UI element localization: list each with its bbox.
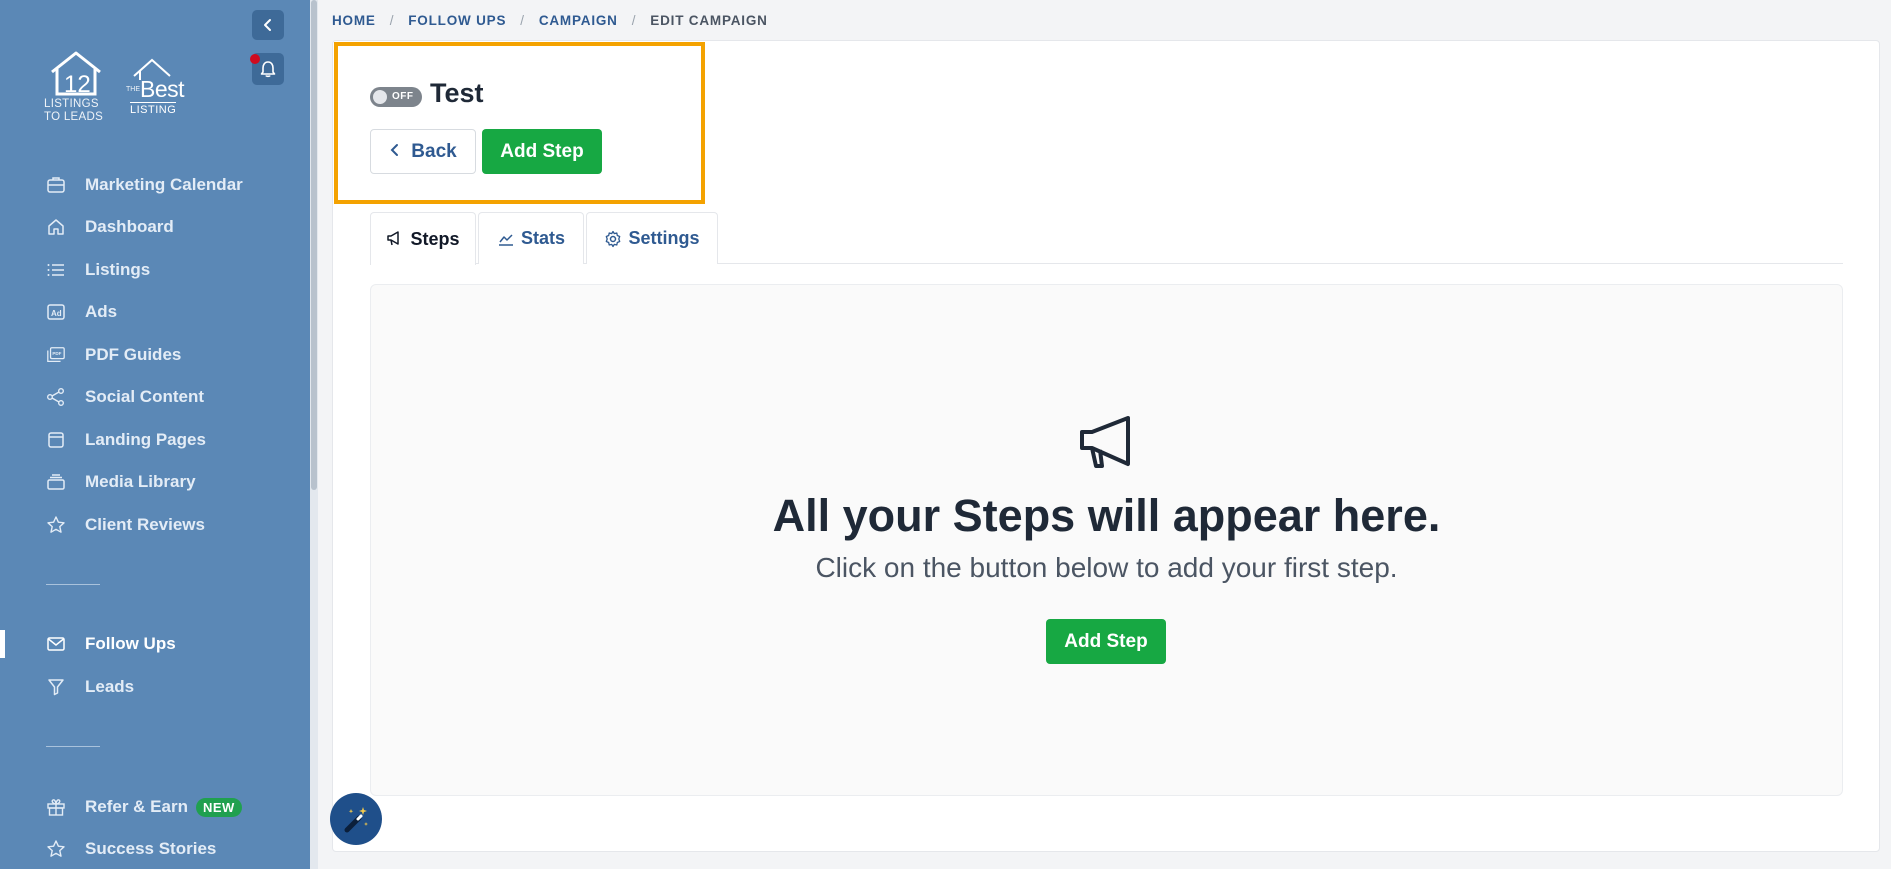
new-badge: NEW [195,797,242,817]
sidebar-item-dashboard[interactable]: Dashboard [46,213,174,241]
bell-icon [260,61,276,78]
sidebar-item-follow-ups[interactable]: Follow Ups [46,630,176,658]
megaphone-icon [1080,416,1130,468]
sidebar-item-media-library[interactable]: Media Library [46,468,196,496]
active-indicator [0,630,5,658]
pdf-icon: PDF [46,345,66,365]
sidebar-item-client-reviews[interactable]: Client Reviews [46,511,205,539]
sidebar-item-success-stories[interactable]: Success Stories [46,835,216,863]
sidebar-item-marketing-calendar[interactable]: Marketing Calendar [46,171,243,199]
the-best-listing-logo: THE Best LISTING [126,56,192,116]
gear-icon [604,230,622,248]
house-logo-icon: 12 [51,51,101,96]
campaign-tabs: Steps Stats Settings [370,212,1843,265]
campaign-title: Test [430,78,484,108]
add-step-button[interactable]: Add Step [482,129,602,174]
chevron-left-icon [264,19,271,31]
list-icon [46,260,66,280]
listings-to-leads-logo: 12 LISTINGS TO LEADS [44,50,112,128]
breadcrumb-follow-ups[interactable]: FOLLOW UPS [408,13,506,28]
tab-stats[interactable]: Stats [478,212,584,264]
sidebar-item-leads[interactable]: Leads [46,673,134,701]
sidebar-divider [46,746,100,747]
highlight-box [334,42,705,204]
breadcrumb-campaign[interactable]: CAMPAIGN [539,13,618,28]
logo1-text: LISTINGS TO LEADS [44,98,104,123]
sidebar-item-landing-pages[interactable]: Landing Pages [46,426,206,454]
empty-state-subtitle: Click on the button below to add your fi… [815,552,1398,583]
tab-steps[interactable]: Steps [370,212,476,265]
chart-line-icon [497,230,515,248]
filter-icon [46,677,66,697]
star-icon [46,839,66,859]
breadcrumb-current: EDIT CAMPAIGN [650,12,768,28]
scrollbar-thumb[interactable] [311,0,317,490]
svg-text:Ad: Ad [51,309,62,318]
svg-text:PDF: PDF [52,351,61,356]
breadcrumb-home[interactable]: HOME [332,13,376,28]
ad-icon: Ad [46,302,66,322]
sidebar: 12 LISTINGS TO LEADS THE Best LISTING Ma… [0,0,310,869]
share-icon [46,387,66,407]
campaign-status-toggle[interactable]: OFF [370,87,422,107]
home-icon [46,217,66,237]
sidebar-item-refer-earn[interactable]: Refer & Earn NEW [46,793,242,821]
breadcrumb: HOME / FOLLOW UPS / CAMPAIGN / EDIT CAMP… [332,12,768,28]
star-icon [46,515,66,535]
stack-icon [46,472,66,492]
mail-icon [46,634,66,654]
sidebar-scrollbar[interactable] [310,0,318,869]
notification-dot [250,54,260,64]
gift-icon [46,797,66,817]
sidebar-divider [46,584,100,585]
magic-wand-button[interactable] [330,793,382,845]
tab-settings[interactable]: Settings [586,212,718,264]
sidebar-item-listings[interactable]: Listings [46,256,150,284]
logo-number: 12 [64,71,91,96]
megaphone-icon [386,230,404,248]
back-button[interactable]: Back [370,129,476,174]
sidebar-collapse-button[interactable] [252,10,284,40]
add-step-button-empty[interactable]: Add Step [1046,619,1166,664]
chevron-left-icon [389,142,401,162]
sidebar-item-pdf-guides[interactable]: PDF PDF Guides [46,341,181,369]
sidebar-item-social-content[interactable]: Social Content [46,383,204,411]
empty-state-title: All your Steps will appear here. [772,490,1441,541]
briefcase-icon [46,175,66,195]
magic-wand-icon [344,807,368,833]
toggle-knob [373,90,387,104]
sidebar-item-ads[interactable]: Ad Ads [46,298,117,326]
window-icon [46,430,66,450]
